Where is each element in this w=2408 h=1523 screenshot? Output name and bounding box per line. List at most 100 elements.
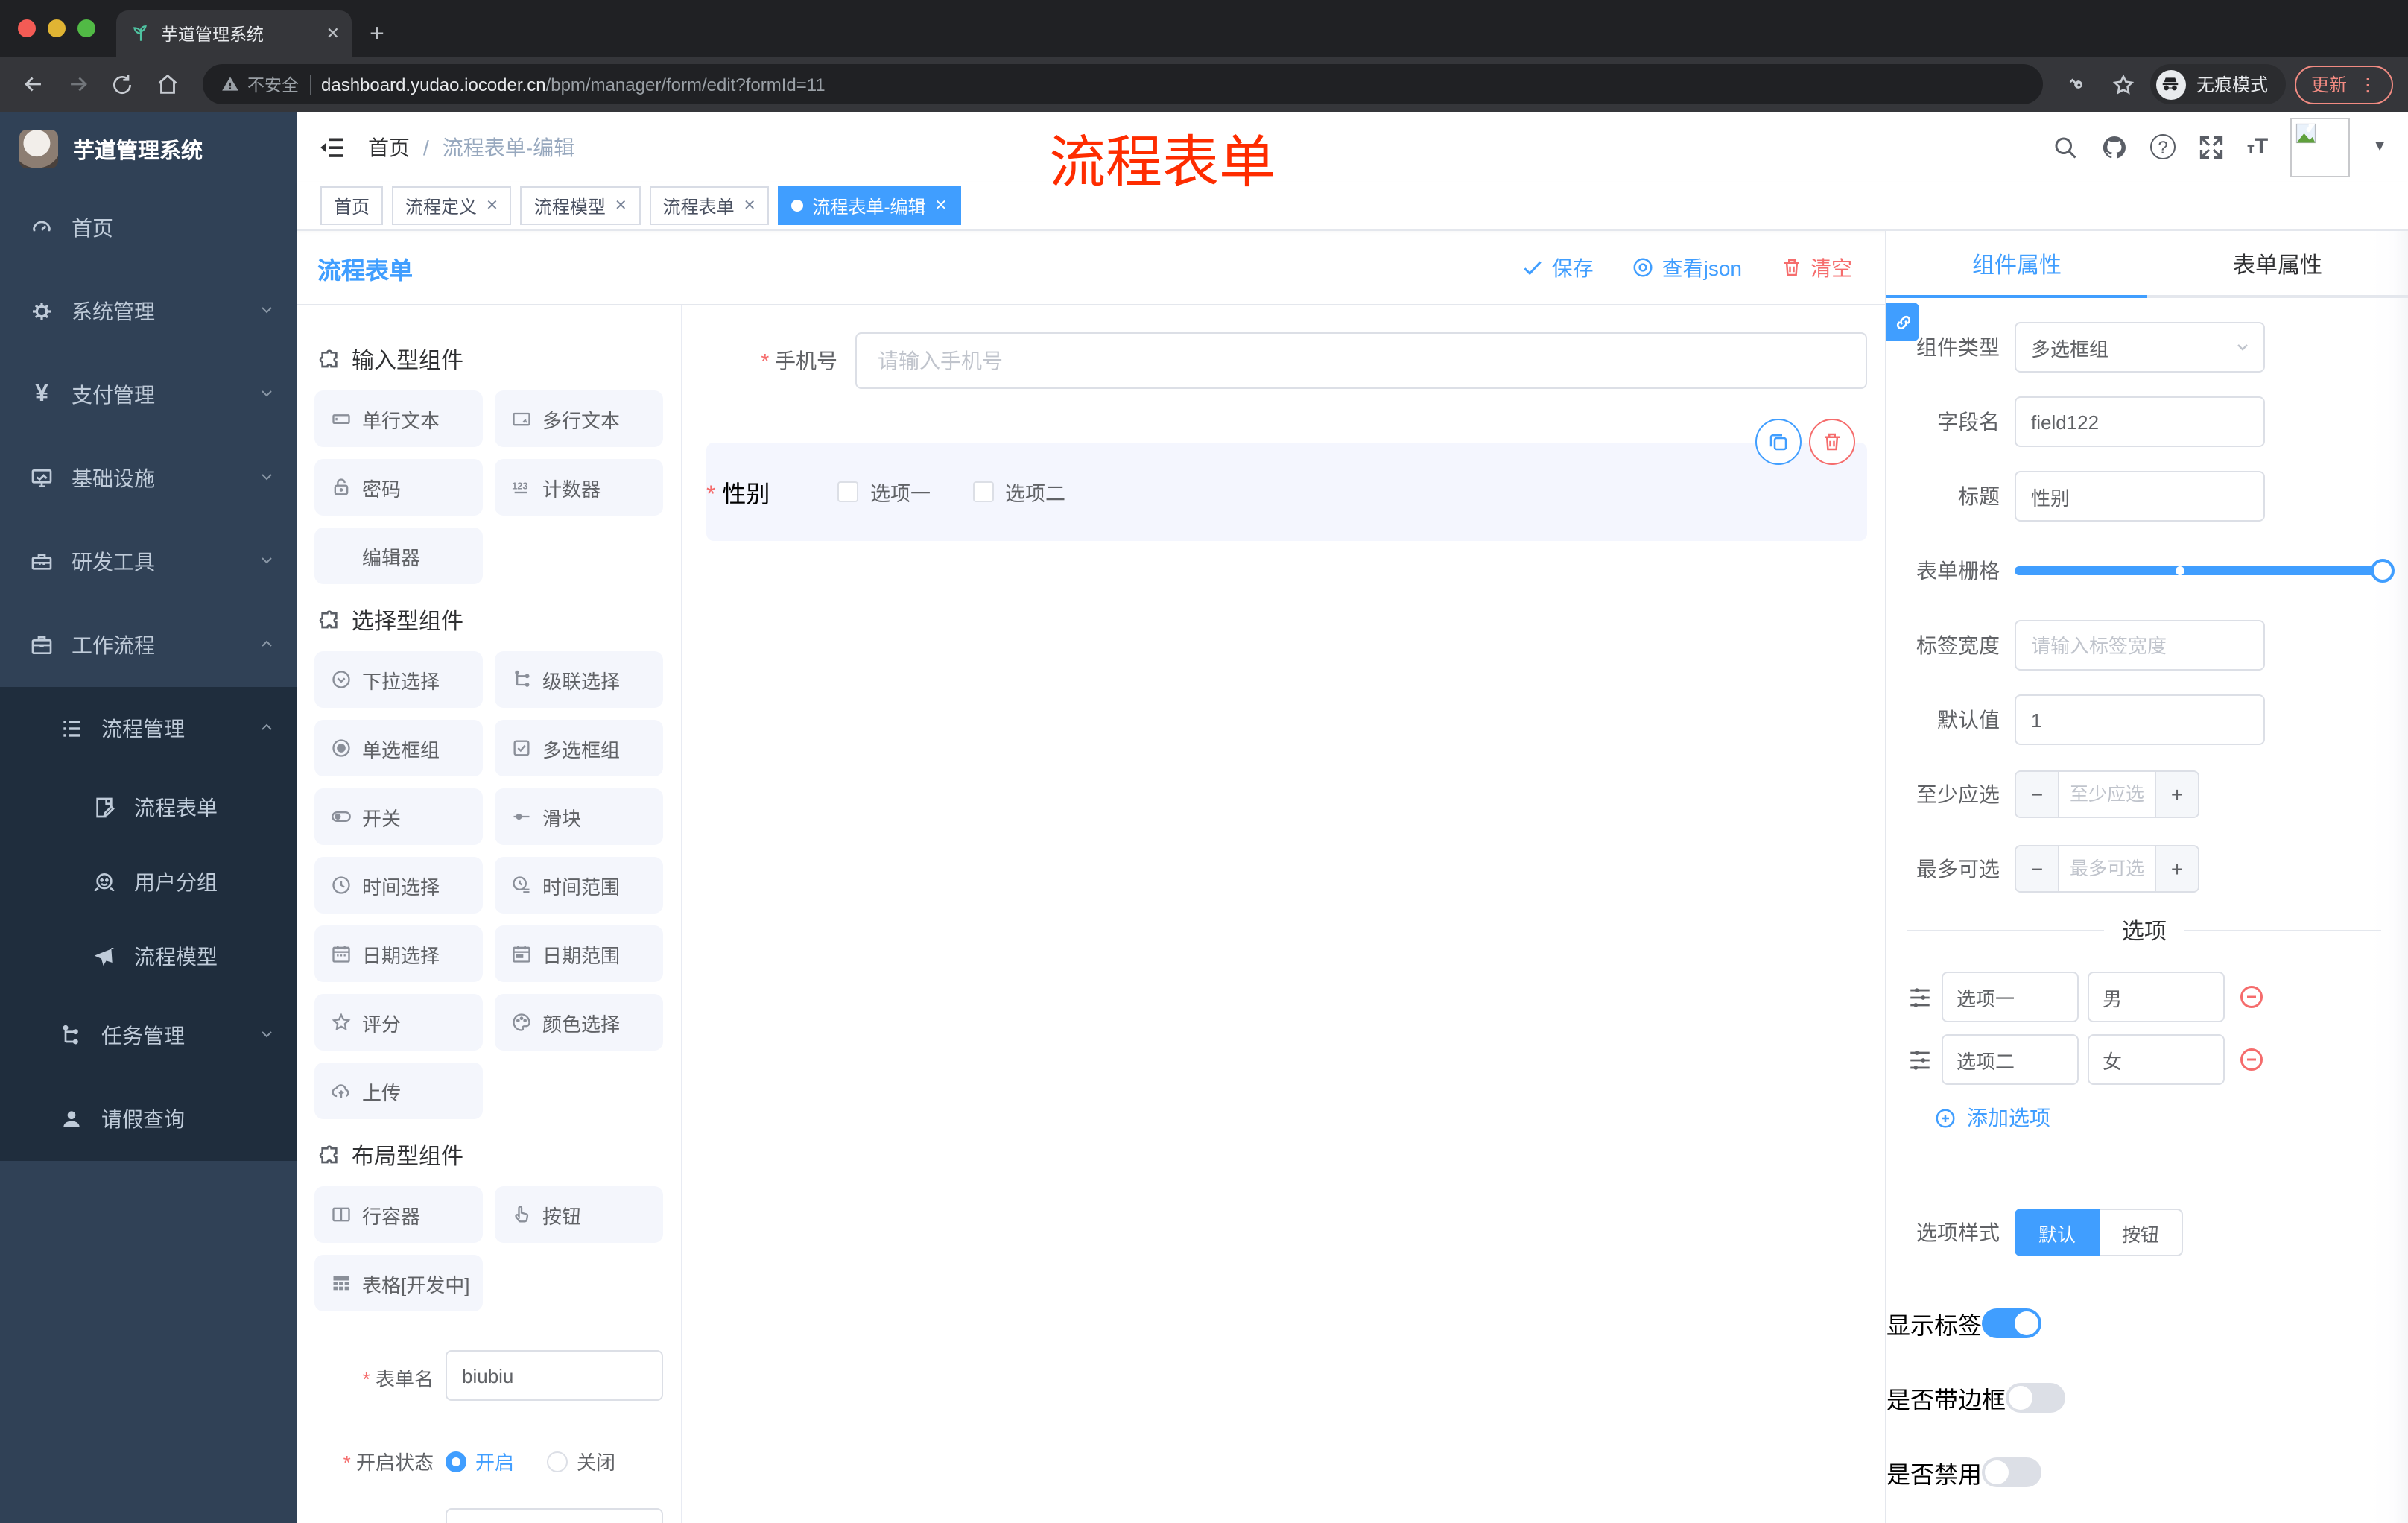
security-status[interactable]: 不安全 [221,72,299,96]
palette-item-checkbox-group[interactable]: 多选框组 [495,720,663,776]
add-option-button[interactable]: 添加选项 [1934,1103,2408,1133]
back-button[interactable] [15,66,51,102]
form-name-input[interactable] [446,1350,663,1401]
avatar-caret-icon[interactable]: ▼ [2372,139,2387,155]
palette-item-table[interactable]: 表格[开发中] [314,1255,483,1311]
label-width-input[interactable] [2015,620,2265,671]
save-button[interactable]: 保存 [1522,253,1594,282]
form-remark-textarea[interactable]: 嘿嘿 [446,1508,663,1523]
zoom-window-button[interactable] [77,19,95,37]
stepper-increase-button[interactable]: + [2155,772,2198,817]
checkbox-box[interactable] [837,481,858,502]
palette-item-color-picker[interactable]: 颜色选择 [495,994,663,1051]
form-canvas[interactable]: 手机号 性别 [682,305,1885,1523]
sidebar-item-process-mgmt[interactable]: 流程管理 [0,687,297,770]
max-select-input[interactable] [2059,846,2155,891]
minimize-window-button[interactable] [48,19,66,37]
phone-input[interactable] [855,332,1867,389]
palette-item-single-text[interactable]: 单行文本 [314,390,483,447]
view-json-button[interactable]: 查看json [1632,253,1742,282]
tag-close-icon[interactable]: ✕ [744,197,756,214]
sidebar-item-workflow[interactable]: 工作流程 [0,604,297,687]
option-value-input[interactable] [2088,972,2225,1022]
tag-process-model[interactable]: 流程模型 ✕ [520,186,641,225]
browser-tab[interactable]: 芋道管理系统 ✕ [116,10,352,57]
canvas-field-gender-selected[interactable]: 性别 选项一 选项二 [706,419,1867,541]
palette-item-textarea[interactable]: 多行文本 [495,390,663,447]
palette-item-switch[interactable]: 开关 [314,788,483,845]
delete-component-button[interactable] [1809,419,1855,465]
gender-checkbox-option1[interactable]: 选项一 [837,477,931,507]
avatar[interactable] [2290,117,2351,177]
tag-process-form-edit[interactable]: 流程表单-编辑 ✕ [778,186,961,225]
browser-menu-icon[interactable]: ⋮ [2359,75,2377,93]
palette-item-time-picker[interactable]: 时间选择 [314,857,483,914]
form-grid-slider[interactable] [2015,559,2395,583]
canvas-field-phone[interactable]: 手机号 [706,332,1867,389]
min-select-input[interactable] [2059,772,2155,817]
option-label-input[interactable] [1942,972,2079,1022]
sidebar-item-process-model[interactable]: 流程模型 [0,919,297,994]
brand[interactable]: 芋道管理系统 [0,112,297,186]
palette-item-button[interactable]: 按钮 [495,1186,663,1243]
address-bar[interactable]: 不安全 dashboard.yudao.iocoder.cn/bpm/manag… [203,64,2043,104]
show-label-switch[interactable] [1982,1308,2042,1338]
sidebar-item-devtools[interactable]: 研发工具 [0,520,297,604]
reload-button[interactable] [104,66,140,102]
palette-item-row-container[interactable]: 行容器 [314,1186,483,1243]
slider-handle[interactable] [2371,559,2395,583]
option-value-input[interactable] [2088,1034,2225,1085]
tag-home[interactable]: 首页 [320,186,384,225]
palette-item-select[interactable]: 下拉选择 [314,651,483,708]
field-name-input[interactable] [2015,396,2265,447]
palette-item-time-range[interactable]: 时间范围 [495,857,663,914]
style-default-button[interactable]: 默认 [2015,1209,2100,1256]
close-window-button[interactable] [18,19,36,37]
palette-item-radio-group[interactable]: 单选框组 [314,720,483,776]
collapse-sidebar-icon[interactable] [317,132,347,162]
option-label-input[interactable] [1942,1034,2079,1085]
palette-item-slider[interactable]: 滑块 [495,788,663,845]
palette-item-date-picker[interactable]: 日期选择 [314,925,483,982]
bookmark-star-icon[interactable] [2106,66,2141,102]
tag-close-icon[interactable]: ✕ [486,197,498,214]
remove-option-button[interactable] [2238,984,2265,1010]
tab-component-props[interactable]: 组件属性 [1886,231,2147,298]
stepper-decrease-button[interactable]: − [2016,846,2059,891]
tag-close-icon[interactable]: ✕ [934,197,947,214]
palette-item-cascader[interactable]: 级联选择 [495,651,663,708]
sidebar-item-user-group[interactable]: 用户分组 [0,845,297,919]
stepper-decrease-button[interactable]: − [2016,772,2059,817]
sidebar-item-system[interactable]: 系统管理 [0,270,297,353]
drag-handle-icon[interactable] [1907,1047,1933,1072]
palette-item-date-range[interactable]: 日期范围 [495,925,663,982]
stepper-increase-button[interactable]: + [2155,846,2198,891]
remove-option-button[interactable] [2238,1046,2265,1073]
tag-process-definition[interactable]: 流程定义 ✕ [392,186,512,225]
data-binding-handle[interactable] [1886,303,1919,341]
new-tab-button[interactable]: + [352,19,402,57]
tag-close-icon[interactable]: ✕ [615,197,627,214]
disabled-switch[interactable] [1982,1457,2042,1487]
tab-close-icon[interactable]: ✕ [326,24,340,43]
sidebar-item-leave-query[interactable]: 请假查询 [0,1077,297,1161]
sidebar-item-process-form[interactable]: 流程表单 [0,770,297,845]
sidebar-item-task-mgmt[interactable]: 任务管理 [0,994,297,1077]
title-input[interactable] [2015,471,2265,522]
checkbox-box[interactable] [972,481,993,502]
style-button-button[interactable]: 按钮 [2100,1209,2184,1256]
palette-item-password[interactable]: 密码 [314,459,483,516]
gender-checkbox-option2[interactable]: 选项二 [972,477,1065,507]
with-border-switch[interactable] [2006,1383,2066,1413]
palette-item-editor[interactable]: 编辑器 [314,528,483,584]
help-icon[interactable]: ? [2150,134,2176,159]
breadcrumb-home[interactable]: 首页 [368,132,410,162]
font-size-icon[interactable]: тT [2247,134,2268,159]
palette-item-rate[interactable]: 评分 [314,994,483,1051]
key-icon[interactable] [2061,66,2097,102]
update-button[interactable]: 更新 ⋮ [2294,65,2393,104]
fullscreen-icon[interactable] [2198,133,2225,160]
component-type-select[interactable]: 多选框组 [2015,322,2265,373]
status-radio-on[interactable]: 开启 [446,1447,514,1475]
forward-button[interactable] [60,66,95,102]
